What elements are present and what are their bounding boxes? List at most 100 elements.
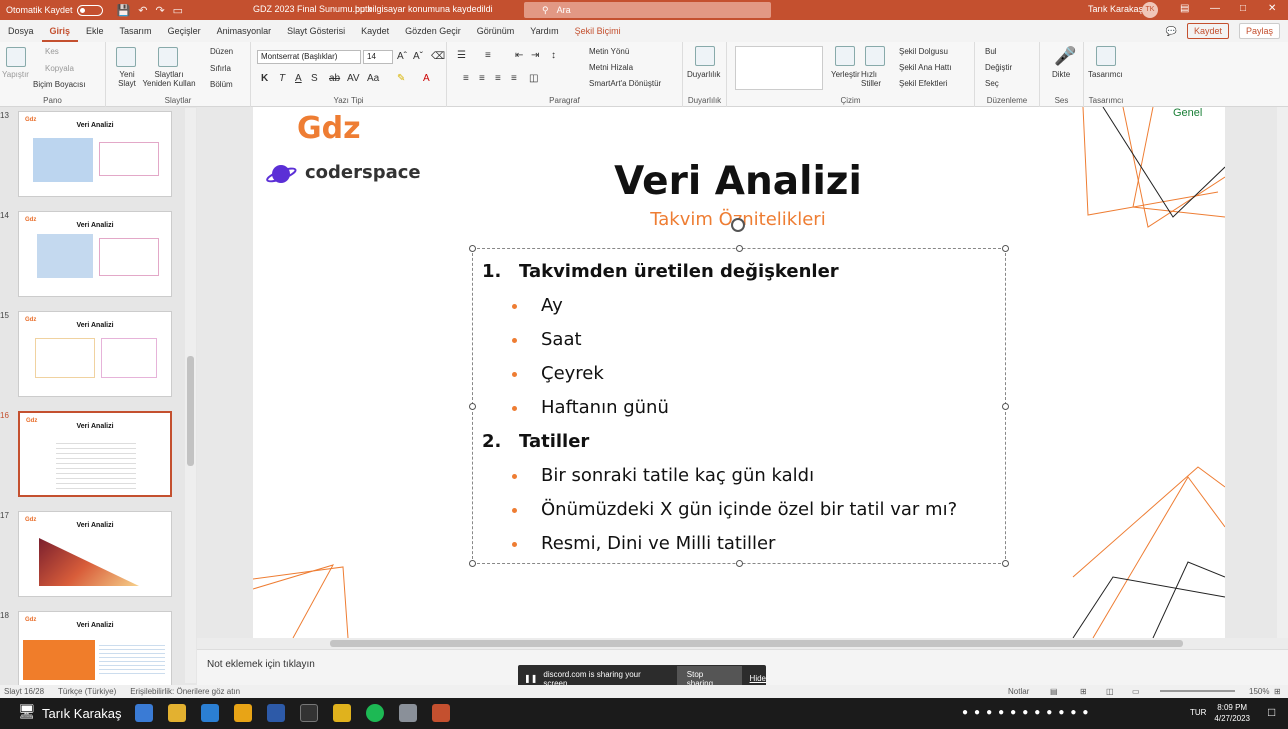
designer-button[interactable]: Tasarımcı <box>1088 70 1123 79</box>
bullets-icon[interactable]: ☰ <box>457 50 466 61</box>
maximize-icon[interactable]: □ <box>1240 3 1246 14</box>
highlight-icon[interactable]: ✎ <box>397 73 405 84</box>
sensitivity-icon[interactable] <box>695 46 715 66</box>
tab-yardim[interactable]: Yardım <box>522 20 566 42</box>
tab-kaydet[interactable]: Kaydet <box>353 20 397 42</box>
undo-icon[interactable]: ↶ <box>138 4 147 17</box>
spacing-icon[interactable]: AV <box>347 73 360 84</box>
sensitivity-button[interactable]: Duyarlılık <box>687 70 720 79</box>
hide-button[interactable]: Hide <box>750 674 766 683</box>
find-button[interactable]: Bul <box>985 47 997 56</box>
replace-button[interactable]: Değiştir <box>985 63 1012 72</box>
shrink-font-icon[interactable]: Aˇ <box>413 51 423 62</box>
save-icon[interactable]: 💾 <box>117 4 131 17</box>
paste-icon[interactable] <box>6 47 26 67</box>
fit-slide-icon[interactable]: ⊞ <box>1274 687 1281 696</box>
slide-thumbnail[interactable]: Gdz Veri Analizi <box>18 211 172 297</box>
section-button[interactable]: Bölüm <box>210 80 233 89</box>
layout-button[interactable]: Düzen <box>210 47 233 56</box>
text-direction-button[interactable]: Metin Yönü <box>589 47 629 56</box>
smartart-button[interactable]: SmartArt'a Dönüştür <box>589 79 661 88</box>
line-spacing-icon[interactable]: ↕ <box>551 50 556 61</box>
columns-icon[interactable]: ◫ <box>529 73 538 84</box>
scroll-thumb[interactable] <box>330 640 1183 647</box>
align-text-button[interactable]: Metni Hizala <box>589 63 633 72</box>
autosave-toggle[interactable] <box>76 4 103 16</box>
new-slide-icon[interactable] <box>116 47 136 67</box>
reuse-slides-button[interactable]: Slaytları Yeniden Kullan <box>140 70 198 88</box>
zoom-level[interactable]: 150% <box>1249 687 1269 696</box>
resize-handle[interactable] <box>1002 403 1009 410</box>
increase-indent-icon[interactable]: ⇥ <box>531 50 539 61</box>
rotate-handle-icon[interactable] <box>731 218 745 232</box>
edge-icon[interactable] <box>135 704 153 722</box>
select-button[interactable]: Seç <box>985 79 999 88</box>
tab-gecisler[interactable]: Geçişler <box>160 20 209 42</box>
horizontal-scrollbar[interactable] <box>197 638 1288 649</box>
reset-button[interactable]: Sıfırla <box>210 64 231 73</box>
numbering-icon[interactable]: ≡ <box>485 50 491 61</box>
resize-handle[interactable] <box>469 560 476 567</box>
accessibility-status[interactable]: Erişilebilirlik: Önerilere göz atın <box>130 687 240 696</box>
shape-effects-button[interactable]: Şekil Efektleri <box>899 79 947 88</box>
slide-thumbnail-selected[interactable]: Gdz Veri Analizi <box>18 411 172 497</box>
redo-icon[interactable]: ↷ <box>155 4 164 17</box>
slide-title[interactable]: Veri Analizi <box>583 159 893 204</box>
notes-toggle[interactable]: Notlar <box>1008 687 1029 696</box>
strikethrough-icon[interactable]: ab <box>329 73 340 84</box>
clear-format-icon[interactable]: ⌫ <box>431 51 445 62</box>
app-icon[interactable] <box>267 704 285 722</box>
font-color-icon[interactable]: A <box>423 73 430 84</box>
quick-styles-button[interactable]: Hızlı Stiller <box>861 70 887 88</box>
align-right-icon[interactable]: ≡ <box>495 73 501 84</box>
notification-icon[interactable]: □ <box>1268 705 1275 719</box>
font-size-field[interactable]: 14 <box>363 50 393 64</box>
notes-placeholder[interactable]: Not eklemek için tıklayın <box>207 659 315 670</box>
format-painter-button[interactable]: Biçim Boyacısı <box>33 80 85 89</box>
slide-thumbnail[interactable]: Gdz Veri Analizi <box>18 311 172 397</box>
thumbnail-scrollbar[interactable] <box>185 108 196 683</box>
resize-handle[interactable] <box>469 245 476 252</box>
microphone-icon[interactable]: 🎤 <box>1054 46 1076 67</box>
designer-icon[interactable] <box>1096 46 1116 66</box>
vscode-icon[interactable] <box>201 704 219 722</box>
search-box[interactable]: ⚲ Ara <box>524 2 771 18</box>
slide-thumbnail[interactable]: Gdz Veri Analizi <box>18 111 172 197</box>
user-avatar[interactable]: TK <box>1142 2 1158 18</box>
align-left-icon[interactable]: ≡ <box>463 73 469 84</box>
tab-animasyonlar[interactable]: Animasyonlar <box>209 20 280 42</box>
resize-handle[interactable] <box>1002 245 1009 252</box>
normal-view-icon[interactable]: ▤ <box>1050 687 1058 696</box>
change-case-icon[interactable]: Aa <box>367 73 379 84</box>
ribbon-display-icon[interactable]: ▤ <box>1180 3 1189 14</box>
shape-outline-button[interactable]: Şekil Ana Hattı <box>899 63 951 72</box>
close-icon[interactable]: ✕ <box>1268 3 1276 14</box>
tab-tasarim[interactable]: Tasarım <box>112 20 160 42</box>
slide-thumbnail[interactable]: Gdz Veri Analizi <box>18 611 172 685</box>
justify-icon[interactable]: ≡ <box>511 73 517 84</box>
content-textbox[interactable]: 1. Takvimden üretilen değişkenler Ay Saa… <box>469 245 1009 567</box>
language-indicator[interactable]: Türkçe (Türkiye) <box>58 687 116 696</box>
tab-giris[interactable]: Giriş <box>41 20 79 42</box>
grow-font-icon[interactable]: Aˆ <box>397 51 407 62</box>
arrange-button[interactable]: Yerleştir <box>831 70 860 79</box>
resize-handle[interactable] <box>736 245 743 252</box>
italic-button[interactable]: T <box>279 73 285 84</box>
lock-app-icon[interactable] <box>333 704 351 722</box>
chrome-icon[interactable] <box>168 704 186 722</box>
tab-slayt-gosterisi[interactable]: Slayt Gösterisi <box>279 20 353 42</box>
slideshow-view-icon[interactable]: ▭ <box>1132 687 1140 696</box>
sublime-icon[interactable] <box>234 704 252 722</box>
resize-handle[interactable] <box>469 403 476 410</box>
tab-dosya[interactable]: Dosya <box>0 20 42 42</box>
comments-icon[interactable]: 💬 <box>1166 26 1177 37</box>
terminal-icon[interactable] <box>300 704 318 722</box>
quick-styles-icon[interactable] <box>865 46 885 66</box>
input-language[interactable]: TUR <box>1190 708 1206 717</box>
app-icon[interactable] <box>399 704 417 722</box>
shapes-gallery[interactable] <box>735 46 823 90</box>
tab-gorunum[interactable]: Görünüm <box>469 20 523 42</box>
resize-handle[interactable] <box>736 560 743 567</box>
share-button[interactable]: Paylaş <box>1238 23 1280 39</box>
underline-button[interactable]: A <box>295 73 302 84</box>
